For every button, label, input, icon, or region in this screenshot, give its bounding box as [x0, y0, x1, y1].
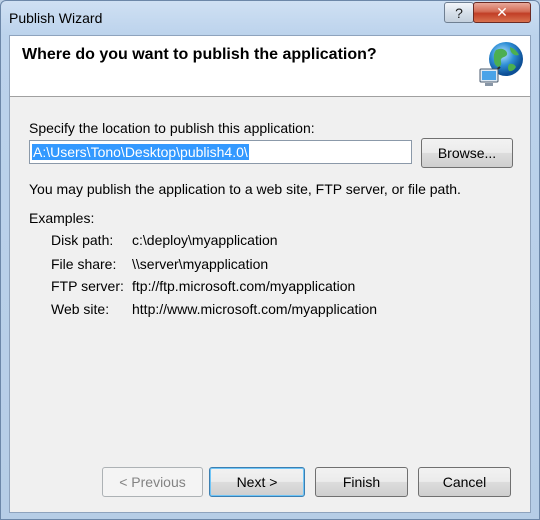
- globe-network-icon: [479, 42, 523, 86]
- example-label: File share:: [51, 256, 117, 272]
- example-value: http://www.microsoft.com/myapplication: [132, 301, 378, 317]
- close-icon: ✕: [496, 4, 508, 20]
- example-label: FTP server:: [51, 278, 124, 294]
- example-value: c:\deploy\myapplication: [132, 232, 278, 248]
- previous-button[interactable]: < Previous: [102, 467, 203, 497]
- next-button-label: Next >: [236, 474, 278, 490]
- browse-button-label: Browse...: [437, 145, 497, 161]
- browse-button[interactable]: Browse...: [421, 138, 513, 168]
- next-button[interactable]: Next >: [209, 467, 305, 497]
- help-icon: ?: [455, 4, 463, 21]
- example-value: \\server\myapplication: [132, 256, 269, 272]
- example-label: Web site:: [51, 301, 110, 317]
- help-button[interactable]: ?: [444, 2, 474, 23]
- close-button[interactable]: ✕: [473, 2, 531, 23]
- example-value: ftp://ftp.microsoft.com/myapplication: [132, 278, 356, 294]
- publish-wizard-window: Publish Wizard ? ✕ Where do you want to …: [0, 0, 540, 520]
- page-title: Where do you want to publish the applica…: [22, 46, 377, 63]
- location-prompt: Specify the location to publish this app…: [29, 120, 315, 136]
- finish-button[interactable]: Finish: [315, 467, 408, 497]
- info-text: You may publish the application to a web…: [29, 181, 461, 197]
- wizard-header: Where do you want to publish the applica…: [10, 36, 530, 97]
- finish-button-label: Finish: [342, 474, 381, 490]
- cancel-button[interactable]: Cancel: [418, 467, 511, 497]
- wizard-body: Where do you want to publish the applica…: [9, 35, 531, 513]
- title-bar[interactable]: Publish Wizard ? ✕: [1, 1, 539, 35]
- window-title: Publish Wizard: [9, 10, 103, 26]
- example-label: Disk path:: [51, 232, 114, 248]
- previous-button-label: < Previous: [119, 474, 186, 490]
- publish-location-value: A:\Users\Tono\Desktop\publish4.0\: [32, 144, 249, 160]
- publish-location-input[interactable]: A:\Users\Tono\Desktop\publish4.0\: [29, 140, 412, 164]
- cancel-button-label: Cancel: [442, 474, 487, 490]
- examples-heading: Examples:: [29, 210, 95, 226]
